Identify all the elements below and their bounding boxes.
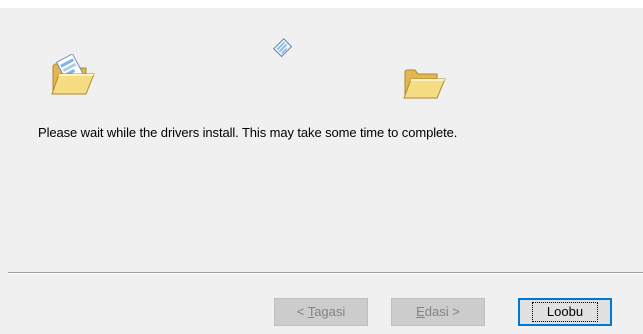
install-status-message: Please wait while the drivers install. T… [38, 125, 458, 140]
cancel-button-label: Loobu [531, 302, 599, 322]
back-button-label: agasi [314, 304, 346, 319]
header-strip [0, 0, 643, 8]
next-button-mnemonic: E [416, 304, 425, 319]
next-button-label: dasi [424, 304, 449, 319]
cancel-button[interactable]: Loobu [518, 298, 612, 326]
footer-separator [8, 272, 643, 274]
back-button-prefix: < [296, 304, 308, 319]
next-button-suffix: > [448, 304, 460, 319]
flying-document-icon [271, 36, 295, 60]
destination-folder-icon [402, 65, 448, 103]
source-folder-icon [50, 54, 98, 100]
next-button[interactable]: Edasi > [391, 298, 485, 326]
dialog-content: Please wait while the drivers install. T… [0, 8, 643, 272]
back-button[interactable]: < Tagasi [274, 298, 368, 326]
driver-install-dialog: Please wait while the drivers install. T… [0, 0, 643, 334]
